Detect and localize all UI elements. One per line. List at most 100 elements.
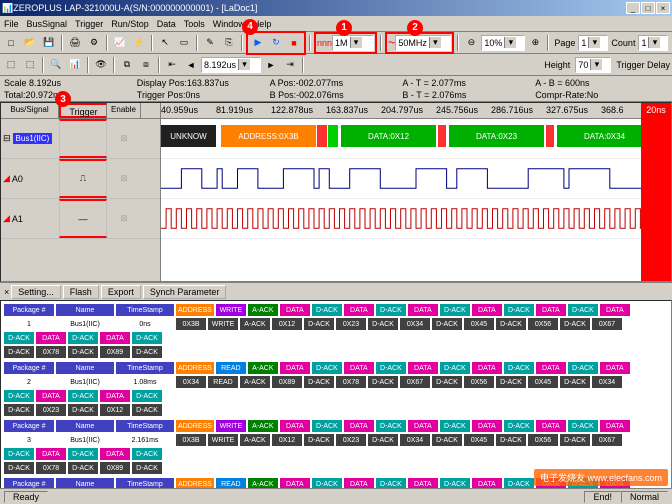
save-icon[interactable]: 💾 [40,34,58,52]
settings-icon[interactable]: ⚡ [130,34,148,52]
cell-header: D-ACK [67,447,99,461]
cell-header: D-ACK [375,303,407,317]
enable-cell[interactable]: ⊠ [107,159,141,198]
trigger-cell[interactable]: — [59,199,107,238]
cell-value: 0X67 [399,375,431,389]
chart-icon[interactable]: 📈 [111,34,129,52]
cell-header: A-ACK [247,303,279,317]
chevron-down-icon[interactable]: ▾ [590,59,602,70]
time-div-combo[interactable]: 8.192us ▾ [201,57,261,73]
sample-rate-combo[interactable]: 50MHz ▾ [395,35,451,51]
minimize-button[interactable]: _ [626,2,640,14]
zoom-out-icon[interactable]: ⊖ [462,34,480,52]
signal-name[interactable]: ◢ A1 [1,199,59,238]
nav-prev-icon[interactable]: ◄ [182,56,200,74]
cursor-icon[interactable]: ↖ [156,34,174,52]
trigger-delay-label: Trigger Delay [616,60,670,70]
enable-cell[interactable]: ⊠ [107,199,141,238]
redline-marker: 20ns [641,103,671,281]
signal-row[interactable]: ⊟ Bus1(IIC) ⊠ [1,119,160,159]
stop-button[interactable]: ■ [285,34,303,52]
col-enable[interactable]: Enable [107,103,141,118]
chevron-down-icon[interactable]: ▾ [429,37,441,48]
col-bus-signal[interactable]: Bus/Signal [1,103,59,118]
chart2-icon[interactable]: 📊 [66,56,84,74]
pkt-header: Package # [3,303,55,317]
tool-a-icon[interactable]: ⬚ [2,56,20,74]
tab-flash[interactable]: Flash [63,285,99,299]
menu-data[interactable]: Data [157,19,176,29]
depth-icon: nnn [317,38,332,48]
group-icon[interactable]: ⧉ [118,56,136,74]
menu-runstop[interactable]: Run/Stop [111,19,149,29]
close-panel-icon[interactable]: × [4,287,9,297]
close-button[interactable]: × [656,2,670,14]
cell-value: D-ACK [67,461,99,475]
cell-value: 0X56 [527,317,559,331]
play-button[interactable]: ▶ [249,34,267,52]
tab-synchparameter[interactable]: Synch Parameter [143,285,227,299]
nav-first-icon[interactable]: ⇤ [163,56,181,74]
view-icon[interactable]: 👁 [92,56,110,74]
chevron-down-icon[interactable]: ▾ [238,59,250,70]
signal-name[interactable]: ◢ A0 [1,159,59,198]
time-tick: 286.716us [491,105,533,115]
loop-button[interactable]: ↻ [267,34,285,52]
col-trigger[interactable]: 3 Trigger [59,103,107,118]
nav-last-icon[interactable]: ⇥ [281,56,299,74]
height-combo[interactable]: 70 ▾ [575,57,611,73]
menu-window[interactable]: Window [213,19,245,29]
cell-header: D-ACK [131,331,163,345]
sample-depth-combo[interactable]: 1M ▾ [332,35,374,51]
tool-icon[interactable]: ⚙ [85,34,103,52]
pkt-value: Bus1(IIC) [55,375,115,389]
a0-waveform-row [161,159,671,199]
page-combo[interactable]: 1 ▾ [578,35,608,51]
zoom-in-icon[interactable]: ⊕ [526,34,544,52]
select-icon[interactable]: ▭ [175,34,193,52]
pkt-header: TimeStamp [115,361,175,375]
callout-3: 3 [55,91,71,107]
cell-header: ADDRESS [175,419,215,433]
enable-cell[interactable]: ⊠ [107,119,141,158]
cell-header: DATA [35,447,67,461]
zoom-combo[interactable]: 10% ▾ [481,35,525,51]
print-icon[interactable]: 🖨 [66,34,84,52]
copy-icon[interactable]: ⎘ [220,34,238,52]
menu-trigger[interactable]: Trigger [75,19,103,29]
open-icon[interactable]: 📂 [21,34,39,52]
cell-value: D-ACK [431,433,463,447]
ungroup-icon[interactable]: ⧈ [137,56,155,74]
tool-b-icon[interactable]: ⬚ [21,56,39,74]
search-icon[interactable]: 🔍 [47,56,65,74]
signal-name[interactable]: ⊟ Bus1(IIC) [1,119,59,158]
tab-export[interactable]: Export [101,285,141,299]
edit-icon[interactable]: ✎ [201,34,219,52]
cell-value: D-ACK [559,433,591,447]
menu-bussignal[interactable]: BusSignal [27,19,68,29]
maximize-button[interactable]: □ [641,2,655,14]
cell-header: DATA [343,419,375,433]
chevron-down-icon[interactable]: ▾ [350,37,362,48]
chevron-down-icon[interactable]: ▾ [648,37,660,48]
menu-tools[interactable]: Tools [184,19,205,29]
a1-waveform-row [161,199,671,239]
new-icon[interactable]: □ [2,34,20,52]
cell-value: 0X56 [463,375,495,389]
count-combo[interactable]: 1 ▾ [638,35,668,51]
signal-row[interactable]: ◢ A1—⊠ [1,199,160,239]
tab-setting[interactable]: Setting... [11,285,61,299]
chevron-down-icon[interactable]: ▾ [504,37,516,48]
trigger-cell[interactable]: ⎍ [59,159,107,198]
trigger-cell[interactable] [59,119,107,158]
cell-value: D-ACK [559,375,591,389]
chevron-down-icon[interactable]: ▾ [588,37,600,48]
status-bar: Ready End! Normal [0,488,672,504]
menu-file[interactable]: File [4,19,19,29]
cell-header: D-ACK [375,419,407,433]
waveform-view[interactable]: 40.959us81.919us122.878us163.837us204.79… [161,103,671,281]
redline-label: 20ns [646,105,666,115]
nav-next-icon[interactable]: ► [262,56,280,74]
cell-header: D-ACK [311,361,343,375]
signal-row[interactable]: ◢ A0⎍⊠ [1,159,160,199]
